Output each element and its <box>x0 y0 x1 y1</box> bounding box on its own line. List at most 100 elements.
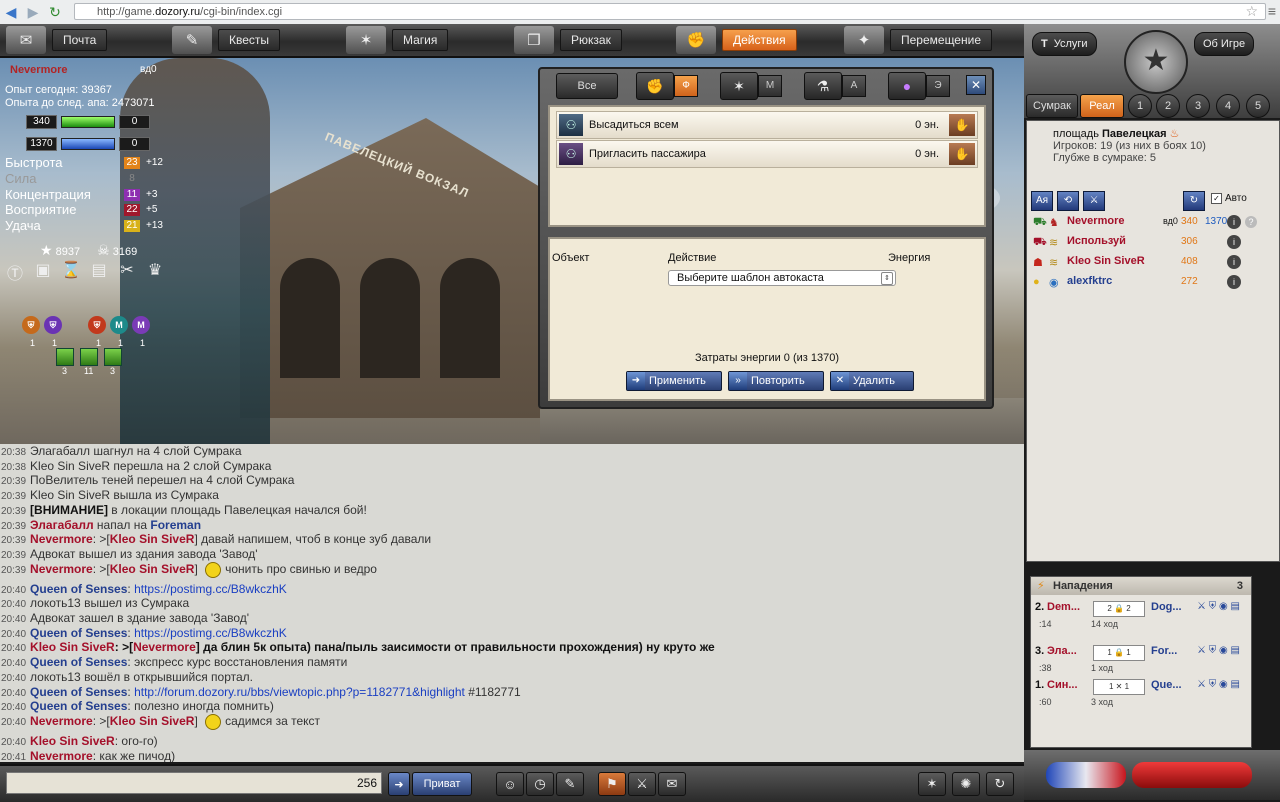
chat-nick[interactable]: Foreman <box>150 518 201 532</box>
autocast-template-select[interactable]: Выберите шаблон автокаста ⇕ <box>668 270 896 286</box>
wrench-icon[interactable]: ✂ <box>116 260 138 282</box>
menu-mail[interactable]: ✉ Почта <box>6 26 108 54</box>
mail-icon[interactable]: ✉ <box>658 772 686 796</box>
browser-menu-icon[interactable]: ≡ <box>1268 3 1276 19</box>
question-icon[interactable]: ? <box>1245 216 1257 228</box>
player-name[interactable]: Nevermore <box>10 64 67 76</box>
tab-layer-4[interactable]: 4 <box>1216 94 1240 118</box>
action-row[interactable]: ⚇ Пригласить пассажира 0 эн. ✋ <box>556 140 978 168</box>
sword-icon[interactable]: ⚔ <box>1083 191 1105 211</box>
run-icon[interactable]: ⚑ <box>598 772 626 796</box>
tab-layer-3[interactable]: 3 <box>1186 94 1210 118</box>
info-icon[interactable]: i <box>1227 235 1241 249</box>
menu-actions[interactable]: ✊ Действия <box>676 26 797 54</box>
tab-layer-5[interactable]: 5 <box>1246 94 1270 118</box>
attack-tools-icons[interactable]: ⚔ ⛨ ◉ ▤ <box>1197 645 1240 656</box>
chat-link[interactable]: http://forum.dozory.ru/bbs/viewtopic.php… <box>134 685 465 699</box>
menu-backpack[interactable]: ❒ Рюкзак <box>514 26 622 54</box>
chat-nick[interactable]: Queen of Senses <box>30 582 127 596</box>
chat-nick[interactable]: Kleo Sin SiveR <box>30 734 115 748</box>
defender-name[interactable]: For... <box>1151 645 1177 657</box>
apply-button[interactable]: ➜ Применить <box>626 371 722 391</box>
teal-m-icon[interactable]: M <box>110 316 128 334</box>
attacker-name[interactable]: Dem... <box>1047 601 1080 613</box>
send-arrow-button[interactable]: ➜ <box>388 772 410 796</box>
face-icon[interactable]: ☺ <box>496 772 524 796</box>
attack-tools-icons[interactable]: ⚔ ⛨ ◉ ▤ <box>1197 679 1240 690</box>
tab-magic[interactable]: ✶ М <box>720 72 782 100</box>
player-name[interactable]: Используй <box>1067 235 1126 247</box>
buff-icon[interactable] <box>104 348 122 366</box>
address-bar[interactable]: http://game.dozory.ru/cgi-bin/index.cgi <box>74 3 1266 20</box>
tab-layer-1[interactable]: 1 <box>1128 94 1152 118</box>
clock-icon[interactable]: ◷ <box>526 772 554 796</box>
tab-physical[interactable]: ✊ Ф <box>636 72 698 100</box>
trophy-icon[interactable]: ♛ <box>144 260 166 282</box>
player-name[interactable]: Kleo Sin SiveR <box>1067 255 1145 267</box>
delete-button[interactable]: ✕ Удалить <box>830 371 914 391</box>
orange-shield-icon[interactable]: ⛨ <box>22 316 40 334</box>
burst-icon[interactable]: ✺ <box>952 772 980 796</box>
chat-nick[interactable]: Kleo Sin SiveR <box>110 562 195 576</box>
buff-icon[interactable] <box>80 348 98 366</box>
chat-nick[interactable]: Nevermore <box>30 532 93 546</box>
edit-icon[interactable]: ✎ <box>556 772 584 796</box>
tab-artifacts[interactable]: ⚗ А <box>804 72 866 100</box>
attack-row[interactable]: 3. Эла... 1 🔒 1 For... ⚔ ⛨ ◉ ▤ :38 1 ход <box>1031 643 1251 679</box>
sort-icon[interactable]: ⟲ <box>1057 191 1079 211</box>
attack-row[interactable]: 2. Dem... 2 🔒 2 Dog... ⚔ ⛨ ◉ ▤ :14 14 хо… <box>1031 599 1251 635</box>
sort-alpha-icon[interactable]: Ая <box>1031 191 1053 211</box>
close-icon[interactable]: ✕ <box>966 75 986 95</box>
menu-movement[interactable]: ✦ Перемещение <box>844 26 992 54</box>
card-icon[interactable]: ▣ <box>32 260 54 282</box>
t-icon[interactable]: Ⓣ <box>4 260 26 283</box>
services-button[interactable]: T Услуги <box>1032 32 1097 56</box>
action-row[interactable]: ⚇ Высадиться всем 0 эн. ✋ <box>556 111 978 139</box>
attack-tools-icons[interactable]: ⚔ ⛨ ◉ ▤ <box>1197 601 1240 612</box>
reload-icon[interactable]: ↻ <box>44 2 66 22</box>
about-game-button[interactable]: Об Игре <box>1194 32 1255 56</box>
chat-nick[interactable]: Kleo Sin SiveR <box>110 532 195 546</box>
chat-nick[interactable]: Queen of Senses <box>30 626 127 640</box>
tab-all[interactable]: Все <box>556 73 618 99</box>
attacker-name[interactable]: Син... <box>1047 679 1078 691</box>
attack-row[interactable]: 1. Син... 1 ✕ 1 Que... ⚔ ⛨ ◉ ▤ :60 3 ход <box>1031 677 1251 713</box>
chat-input[interactable]: 256 <box>6 772 382 794</box>
tab-twilight[interactable]: Сумрак <box>1026 94 1078 118</box>
player-row[interactable]: ● ◉ alexfktrc 272 i <box>1033 275 1273 291</box>
chat-nick[interactable]: Queen of Senses <box>30 655 127 669</box>
chat-nick[interactable]: Queen of Senses <box>30 699 127 713</box>
repeat-button[interactable]: » Повторить <box>728 371 824 391</box>
defender-name[interactable]: Dog... <box>1151 601 1182 613</box>
back-icon[interactable]: ◀ <box>0 2 22 22</box>
player-row[interactable]: ⛟ ≋ Используй 306 i <box>1033 235 1273 251</box>
player-name[interactable]: Nevermore <box>1067 215 1124 227</box>
chat-nick[interactable]: Nevermore <box>133 640 196 654</box>
menu-magic[interactable]: ✶ Магия <box>346 26 449 54</box>
chat-nick[interactable]: Nevermore <box>30 749 93 762</box>
buff-icon[interactable] <box>56 348 74 366</box>
auto-checkbox[interactable]: ✓ <box>1211 193 1222 204</box>
menu-quests[interactable]: ✎ Квесты <box>172 26 281 54</box>
refresh-icon[interactable]: ↻ <box>1183 191 1205 211</box>
chat-nick[interactable]: Элагабалл <box>30 518 94 532</box>
magic-icon[interactable]: ✶ <box>918 772 946 796</box>
hand-icon[interactable]: ✋ <box>949 114 975 136</box>
tab-layer-2[interactable]: 2 <box>1156 94 1180 118</box>
purple-shield-icon[interactable]: ⛨ <box>44 316 62 334</box>
info-icon[interactable]: i <box>1227 255 1241 269</box>
chat-log[interactable]: 20:38 Элагабалл шагнул на 4 слой Сумрака 2… <box>0 444 1024 762</box>
tab-energy[interactable]: ● Э <box>888 72 950 100</box>
scroll-icon[interactable]: ▤ <box>88 260 110 282</box>
player-name[interactable]: alexfktrc <box>1067 275 1112 287</box>
chat-link[interactable]: https://postimg.cc/B8wkczhK <box>134 582 287 596</box>
violet-m-icon[interactable]: M <box>132 316 150 334</box>
red-shield-icon[interactable]: ⛨ <box>88 316 106 334</box>
sword-icon[interactable]: ⚔ <box>628 772 656 796</box>
refresh-icon[interactable]: ↻ <box>986 772 1014 796</box>
private-button[interactable]: Приват <box>412 772 472 796</box>
chat-link[interactable]: https://postimg.cc/B8wkczhK <box>134 626 287 640</box>
info-icon[interactable]: i <box>1227 215 1241 229</box>
defender-name[interactable]: Que... <box>1151 679 1182 691</box>
auto-toggle[interactable]: ✓ Авто <box>1211 193 1247 204</box>
